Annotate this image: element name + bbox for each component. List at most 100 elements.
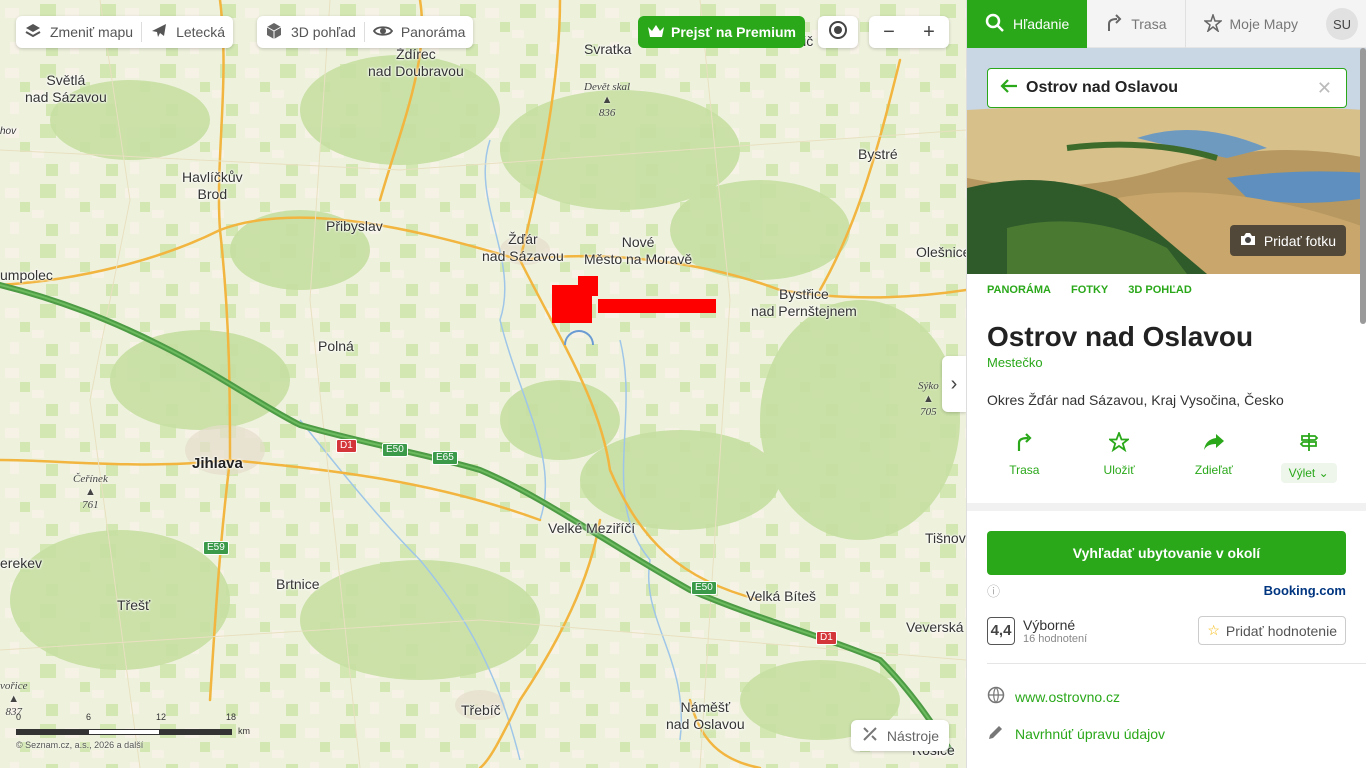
place-label: Světlá nad Sázavou <box>25 72 107 105</box>
suggest-edit-link[interactable]: Navrhnúť úpravu údajov <box>1015 726 1165 742</box>
place-address: Okres Žďár nad Sázavou, Kraj Vysočina, Č… <box>987 392 1284 408</box>
plane-icon <box>150 22 168 43</box>
signpost-icon <box>1299 432 1319 455</box>
website-row[interactable]: www.ostrovno.cz <box>967 678 1366 715</box>
add-rating-button[interactable]: ☆ Pridať hodnotenie <box>1198 616 1346 645</box>
tab-route[interactable]: Trasa <box>1087 0 1184 48</box>
place-label: Třebíč <box>461 702 501 718</box>
change-map-label: Zmeniť mapu <box>50 24 134 40</box>
tab-panorama[interactable]: PANORÁMA <box>987 284 1051 296</box>
map-canvas[interactable]: Světlá nad Sázavou Ždírec nad Doubravou … <box>0 0 966 768</box>
star-icon <box>1202 12 1223 35</box>
save-button[interactable]: Uložiť <box>1079 430 1159 483</box>
booking-logo: Booking.com <box>1263 583 1346 598</box>
copyright[interactable]: © Seznam.cz, a.s., 2026 a další <box>16 740 143 750</box>
map-type-toolbar: Zmeniť mapu Letecká <box>16 16 234 48</box>
rating-count[interactable]: 16 hodnotení <box>1023 633 1087 645</box>
place-label: Třešť <box>117 597 151 613</box>
share-button[interactable]: Zdieľať <box>1174 432 1254 483</box>
tools-label: Nástroje <box>886 727 940 744</box>
scale-unit: km <box>238 726 250 736</box>
tab-photos[interactable]: FOTKY <box>1071 284 1108 296</box>
save-label: Uložiť <box>1103 463 1135 477</box>
view-toolbar: 3D pohľad Panoráma <box>257 16 474 48</box>
add-photo-button[interactable]: Pridať fotku <box>1229 225 1346 256</box>
scale-label: 12 <box>156 712 167 722</box>
website-link[interactable]: www.ostrovno.cz <box>1015 689 1120 705</box>
add-rating-label: Pridať hodnotenie <box>1225 622 1337 639</box>
scrollbar[interactable] <box>1360 48 1366 324</box>
place-label: umpolec <box>0 267 53 283</box>
chevron-down-icon: ⌄ <box>1318 466 1329 480</box>
info-icon[interactable]: ⓘ <box>987 581 1000 600</box>
place-label: Velké Meziříčí <box>548 520 636 536</box>
change-map-button[interactable]: Zmeniť mapu <box>16 16 141 48</box>
premium-button[interactable]: Prejsť na Premium <box>638 16 805 48</box>
layers-icon <box>24 22 42 43</box>
back-arrow-icon[interactable] <box>988 78 1018 99</box>
tab-mymaps-label: Moje Mapy <box>1229 16 1298 32</box>
place-label: Velká Bíteš <box>746 588 817 604</box>
road-shield: E50 <box>382 443 408 457</box>
route-icon <box>1014 432 1034 455</box>
place-label: Polná <box>318 338 354 354</box>
aerial-label: Letecká <box>176 24 226 40</box>
place-type[interactable]: Mestečko <box>967 353 1366 372</box>
star-icon <box>1107 430 1131 455</box>
panorama-button[interactable]: Panoráma <box>365 16 474 48</box>
view-3d-button[interactable]: 3D pohľad <box>257 16 364 48</box>
collapse-panel-button[interactable]: › <box>942 356 966 412</box>
place-label: Bystřice nad Pernštejnem <box>751 286 857 319</box>
tab-3d[interactable]: 3D POHĽAD <box>1128 284 1192 296</box>
rating-label: Výborné <box>1023 616 1076 633</box>
route-label: Trasa <box>1009 463 1040 477</box>
place-label: Ždírec nad Doubravou <box>368 46 464 79</box>
locate-button[interactable] <box>818 16 858 48</box>
place-photo[interactable]: ✕ Pridať fotku <box>967 48 1366 274</box>
side-panel: Hľadanie Trasa Moje Mapy SU ✕ <box>966 0 1366 768</box>
place-label: Veverská <box>906 619 964 635</box>
place-label: Náměšť nad Oslavou <box>666 699 745 732</box>
crown-icon <box>647 24 665 41</box>
tools-button[interactable]: Nástroje <box>851 720 949 751</box>
route-icon <box>1105 13 1123 35</box>
zoom-in-button[interactable]: + <box>909 16 949 48</box>
place-label: Svratka <box>584 41 632 57</box>
suggest-edit-row[interactable]: Navrhnúť úpravu údajov <box>967 715 1366 752</box>
photo-tabs: PANORÁMA FOTKY 3D POHĽAD <box>967 274 1366 306</box>
place-label: Žďár nad Sázavou <box>482 231 564 264</box>
share-icon <box>1203 432 1225 455</box>
place-label: Brtnice <box>276 576 320 592</box>
eye-icon <box>372 24 393 41</box>
place-label: Nové Město na Moravě <box>584 234 693 267</box>
tab-mymaps[interactable]: Moje Mapy <box>1184 0 1316 48</box>
accommodation-button[interactable]: Vyhľadať ubytovanie v okolí <box>987 531 1346 575</box>
trip-dropdown[interactable]: Výlet ⌄ <box>1269 432 1349 483</box>
panorama-label: Panoráma <box>400 24 466 40</box>
scale-label: 18 <box>226 712 237 722</box>
star-outline-icon: ☆ <box>1207 622 1220 638</box>
search-input[interactable] <box>1018 79 1317 97</box>
cube-icon <box>265 22 283 43</box>
section-divider <box>967 503 1366 511</box>
share-label: Zdieľať <box>1194 463 1233 477</box>
aerial-button[interactable]: Letecká <box>142 16 233 48</box>
clear-icon[interactable]: ✕ <box>1317 78 1346 99</box>
redaction-block <box>578 276 598 296</box>
rating-row: 4,4 Výborné 16 hodnotení ☆ Pridať hodnot… <box>967 606 1366 655</box>
place-label: hov <box>0 126 17 137</box>
camera-icon <box>1240 232 1256 249</box>
premium-label: Prejsť na Premium <box>671 24 796 40</box>
redaction-bar <box>598 299 716 313</box>
route-button[interactable]: Trasa <box>984 432 1064 483</box>
avatar[interactable]: SU <box>1326 8 1358 40</box>
place-label: Bystré <box>858 146 898 162</box>
search-box: ✕ <box>987 68 1347 108</box>
target-icon <box>828 20 848 45</box>
tab-search[interactable]: Hľadanie <box>967 0 1088 48</box>
place-name: Ostrov nad Oslavou <box>987 321 1254 352</box>
road-shield: D1 <box>816 631 837 645</box>
zoom-out-button[interactable]: − <box>869 16 909 48</box>
place-label: Havlíčkův Brod <box>182 169 243 202</box>
add-photo-label: Pridať fotku <box>1263 232 1336 249</box>
